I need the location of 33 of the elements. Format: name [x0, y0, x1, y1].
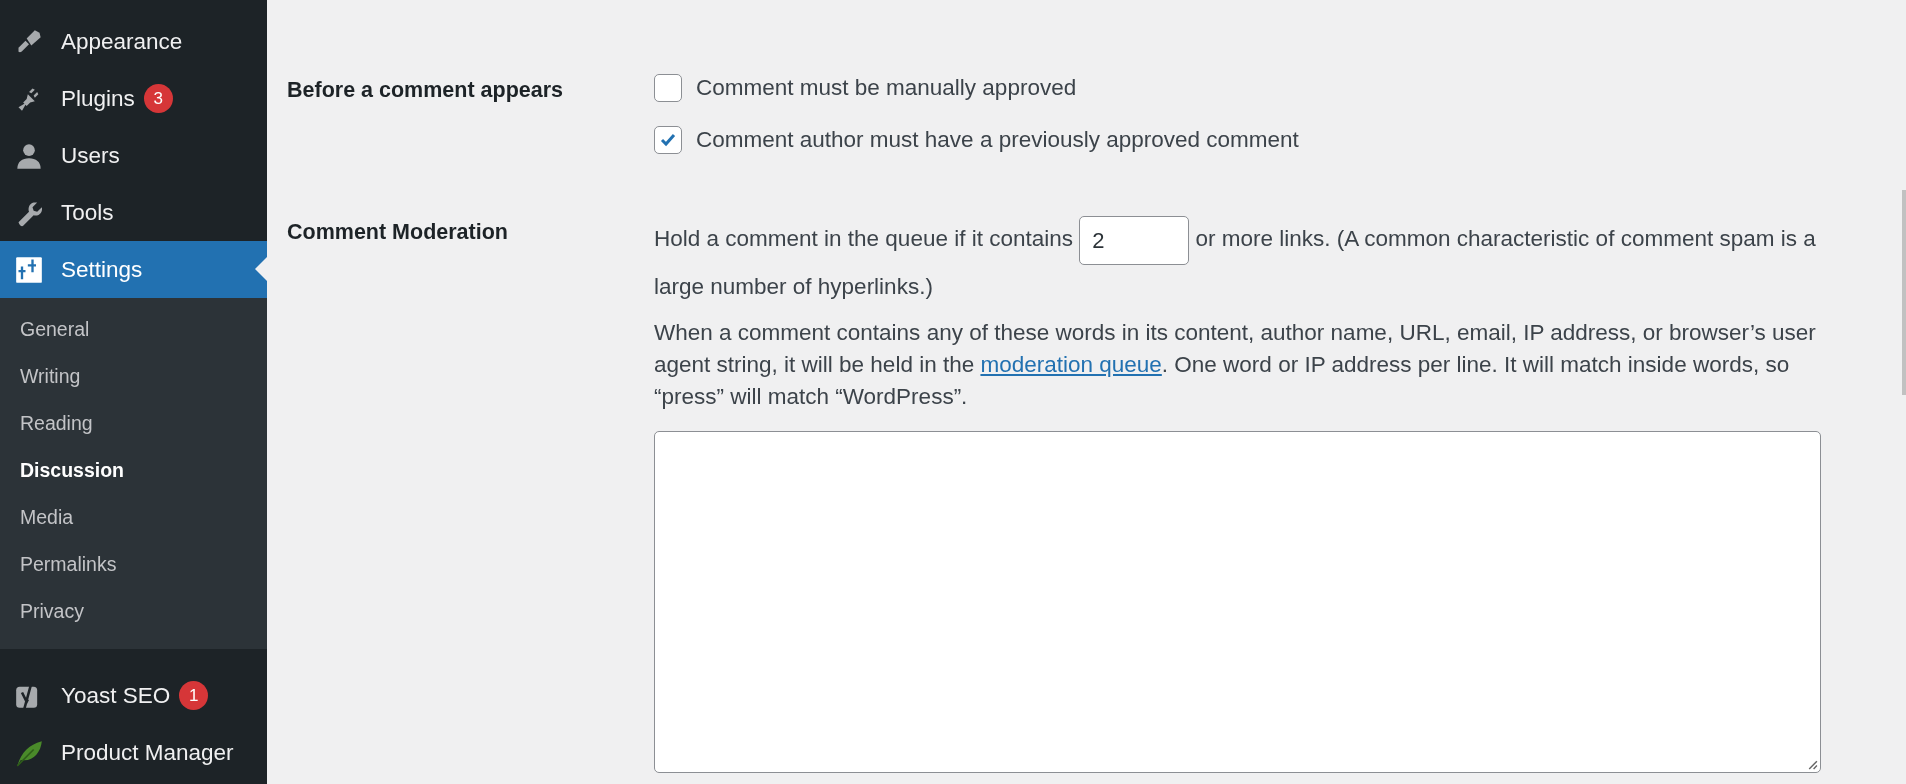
moderation-keys-field[interactable] — [654, 431, 1821, 773]
menu-item[interactable]: Settings — [0, 241, 267, 298]
user-icon — [15, 141, 43, 170]
current-menu-pointer — [255, 257, 267, 281]
settings-icon — [15, 255, 43, 284]
moderation-text: Hold a comment in the queue if it contains 2 or more links. (A common characteristic of comment spam is a large number of hyperlinks.) — [654, 216, 1821, 309]
checkbox[interactable] — [654, 126, 682, 154]
count-badge: 1 — [179, 681, 209, 710]
menu-item[interactable]: Appearance — [0, 13, 267, 70]
menu-item[interactable]: Product Manager — [0, 724, 267, 781]
menu-item[interactable]: Plugins 3 — [0, 70, 267, 127]
submenu-item[interactable]: Privacy — [0, 588, 104, 635]
menu-item[interactable]: Yoast SEO 1 — [0, 667, 267, 724]
moderation-queue-link[interactable]: moderation queue — [980, 352, 1162, 377]
checkbox-label: Comment must be manually approved — [696, 75, 1077, 101]
count-badge: 3 — [143, 84, 173, 113]
submenu-item[interactable]: Writing — [0, 353, 101, 400]
checkbox[interactable] — [654, 74, 682, 102]
links-count-field[interactable]: 2 — [1079, 216, 1190, 265]
menu-item[interactable]: Tools — [0, 184, 267, 241]
field-label: Comment Moderation — [287, 219, 509, 246]
checkbox-label: Comment author must have a previously approved comment — [696, 127, 1299, 153]
submenu-item[interactable]: General — [0, 306, 110, 353]
submenu-item[interactable]: Discussion — [0, 447, 145, 494]
description-text: When a comment contains any of these words in its content, author name, URL, email, IP address, or browser’s user agent string, it will be held in the moderation queue. One word or IP address per line. It will match inside words, so “press” will match “WordPress”. — [654, 319, 1817, 411]
submenu-item[interactable]: Reading — [0, 400, 113, 447]
field-label: Before a comment appears — [287, 77, 564, 104]
resize-handle-icon[interactable] — [1807, 759, 1818, 770]
menu-item[interactable]: Users — [0, 127, 267, 184]
submenu-item[interactable]: Permalinks — [0, 541, 137, 588]
leaf-icon — [15, 738, 43, 767]
scrollbar-thumb[interactable] — [1902, 190, 1906, 395]
submenu-item[interactable]: Media — [0, 494, 94, 541]
